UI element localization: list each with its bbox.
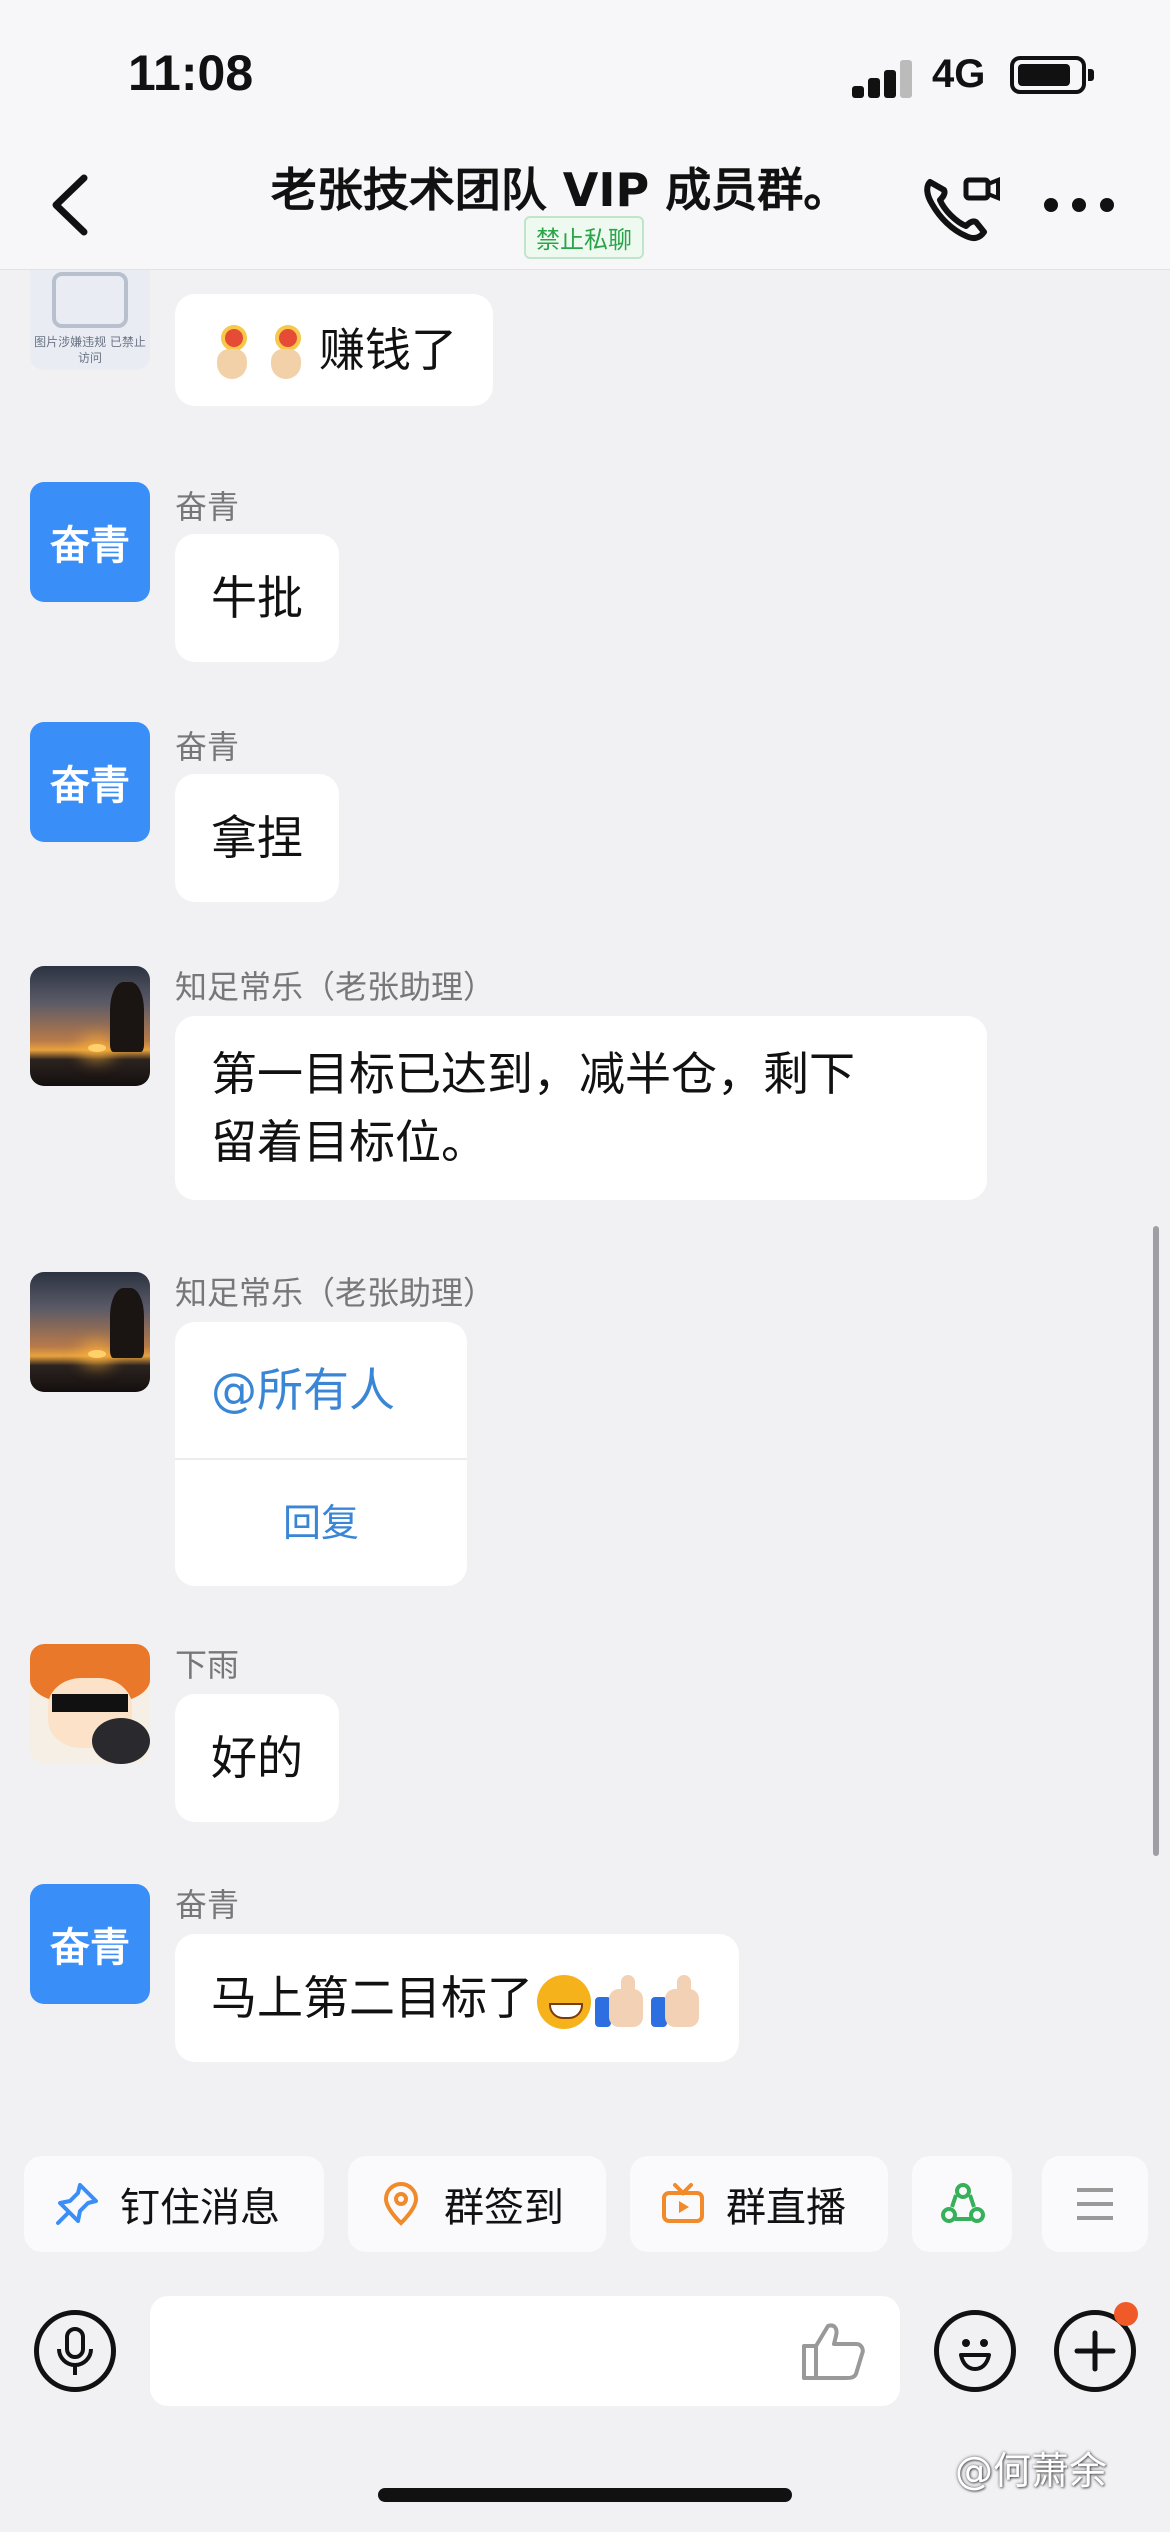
- message-text-line: 留着目标位。: [211, 1115, 487, 1169]
- thumbs-up-emoji-icon: [595, 1974, 647, 2029]
- tv-icon: [662, 2183, 704, 2223]
- group-title: 老张技术团队 VIP 成员群。: [270, 163, 850, 217]
- pin-icon: [56, 2183, 98, 2225]
- sender-name: 奋青: [175, 728, 240, 766]
- message-input[interactable]: [150, 2296, 900, 2406]
- quick-action-label: 群签到: [444, 2185, 564, 2231]
- message-text: 好的: [211, 1731, 303, 1785]
- network-label: 4G: [932, 52, 986, 96]
- message-list[interactable]: 图片涉嫌违规 已禁止访问 赚钱了 奋青 奋青 牛批 奋青 奋青 拿捏 知足常乐（…: [0, 270, 1170, 2130]
- recycle-icon: [941, 2183, 985, 2223]
- sender-name: 奋青: [175, 1886, 240, 1924]
- flower-hand-emoji-icon: [265, 324, 311, 383]
- message-bubble[interactable]: 拿捏: [175, 774, 339, 902]
- chat-header: 老张技术团队 VIP 成员群。 禁止私聊: [0, 140, 1170, 270]
- scrollbar[interactable]: [1153, 1226, 1159, 1856]
- quick-action-checkin[interactable]: 群签到: [348, 2156, 606, 2252]
- plus-icon: [1074, 2330, 1116, 2372]
- signal-icon: [852, 58, 914, 98]
- sender-name: 奋青: [175, 488, 240, 526]
- mention-all[interactable]: @所有人: [175, 1322, 467, 1458]
- quick-actions-menu[interactable]: [1042, 2156, 1148, 2252]
- quick-action-live[interactable]: 群直播: [630, 2156, 888, 2252]
- avatar[interactable]: [30, 1644, 150, 1764]
- no-private-chat-badge: 禁止私聊: [524, 216, 644, 259]
- message-bubble[interactable]: 第一目标已达到，减半仓，剩下 留着目标位。: [175, 1016, 987, 1200]
- message-text: 赚钱了: [319, 323, 457, 377]
- message-text: 牛批: [211, 571, 303, 625]
- grin-emoji-icon: [537, 1974, 591, 2029]
- voice-video-call-icon[interactable]: [920, 172, 1000, 242]
- home-indicator[interactable]: [378, 2488, 792, 2502]
- avatar-blocked[interactable]: 图片涉嫌违规 已禁止访问: [30, 270, 150, 370]
- sender-name: 知足常乐（老张助理）: [175, 1274, 496, 1312]
- avatar[interactable]: [30, 1272, 150, 1392]
- notification-dot: [1114, 2302, 1138, 2326]
- message-text: 拿捏: [211, 811, 303, 865]
- back-icon[interactable]: [42, 170, 102, 240]
- sender-name: 下雨: [175, 1646, 240, 1684]
- message-bubble[interactable]: 牛批: [175, 534, 339, 662]
- microphone-icon: [57, 2327, 93, 2375]
- quick-action-more[interactable]: [912, 2156, 1012, 2252]
- quick-action-label: 群直播: [726, 2185, 846, 2231]
- avatar[interactable]: 奋青: [30, 722, 150, 842]
- location-icon: [383, 2182, 419, 2226]
- blocked-avatar-notice: 图片涉嫌违规 已禁止访问: [34, 335, 146, 365]
- voice-input-button[interactable]: [34, 2310, 116, 2392]
- quick-action-pin[interactable]: 钉住消息: [24, 2156, 324, 2252]
- smiley-icon: [959, 2339, 991, 2371]
- battery-icon: [1010, 56, 1094, 94]
- avatar[interactable]: 奋青: [30, 482, 150, 602]
- more-icon[interactable]: [1040, 190, 1120, 220]
- avatar[interactable]: 奋青: [30, 1884, 150, 2004]
- message-bubble[interactable]: 赚钱了: [175, 294, 493, 406]
- reply-button[interactable]: 回复: [175, 1460, 467, 1586]
- status-time: 11:08: [128, 45, 254, 101]
- status-bar: 11:08 4G: [0, 0, 1170, 140]
- emoji-button[interactable]: [934, 2310, 1016, 2392]
- menu-icon: [1077, 2188, 1113, 2220]
- sender-name: 知足常乐（老张助理）: [175, 968, 496, 1006]
- message-text-line: 第一目标已达到，减半仓，剩下: [211, 1047, 855, 1101]
- avatar[interactable]: [30, 966, 150, 1086]
- message-bubble[interactable]: 马上第二目标了: [175, 1934, 739, 2062]
- announcement-card[interactable]: @所有人 回复: [175, 1322, 467, 1586]
- message-bubble[interactable]: 好的: [175, 1694, 339, 1822]
- watermark: @何萧余: [955, 2449, 1108, 2493]
- quick-actions-bar: 钉住消息 群签到 群直播: [0, 2130, 1170, 2280]
- thumbs-up-icon[interactable]: [800, 2320, 866, 2382]
- flower-hand-emoji-icon: [211, 324, 257, 383]
- thumbs-up-emoji-icon: [651, 1974, 703, 2029]
- message-text: 马上第二目标了: [211, 1971, 533, 2025]
- quick-action-label: 钉住消息: [120, 2185, 280, 2231]
